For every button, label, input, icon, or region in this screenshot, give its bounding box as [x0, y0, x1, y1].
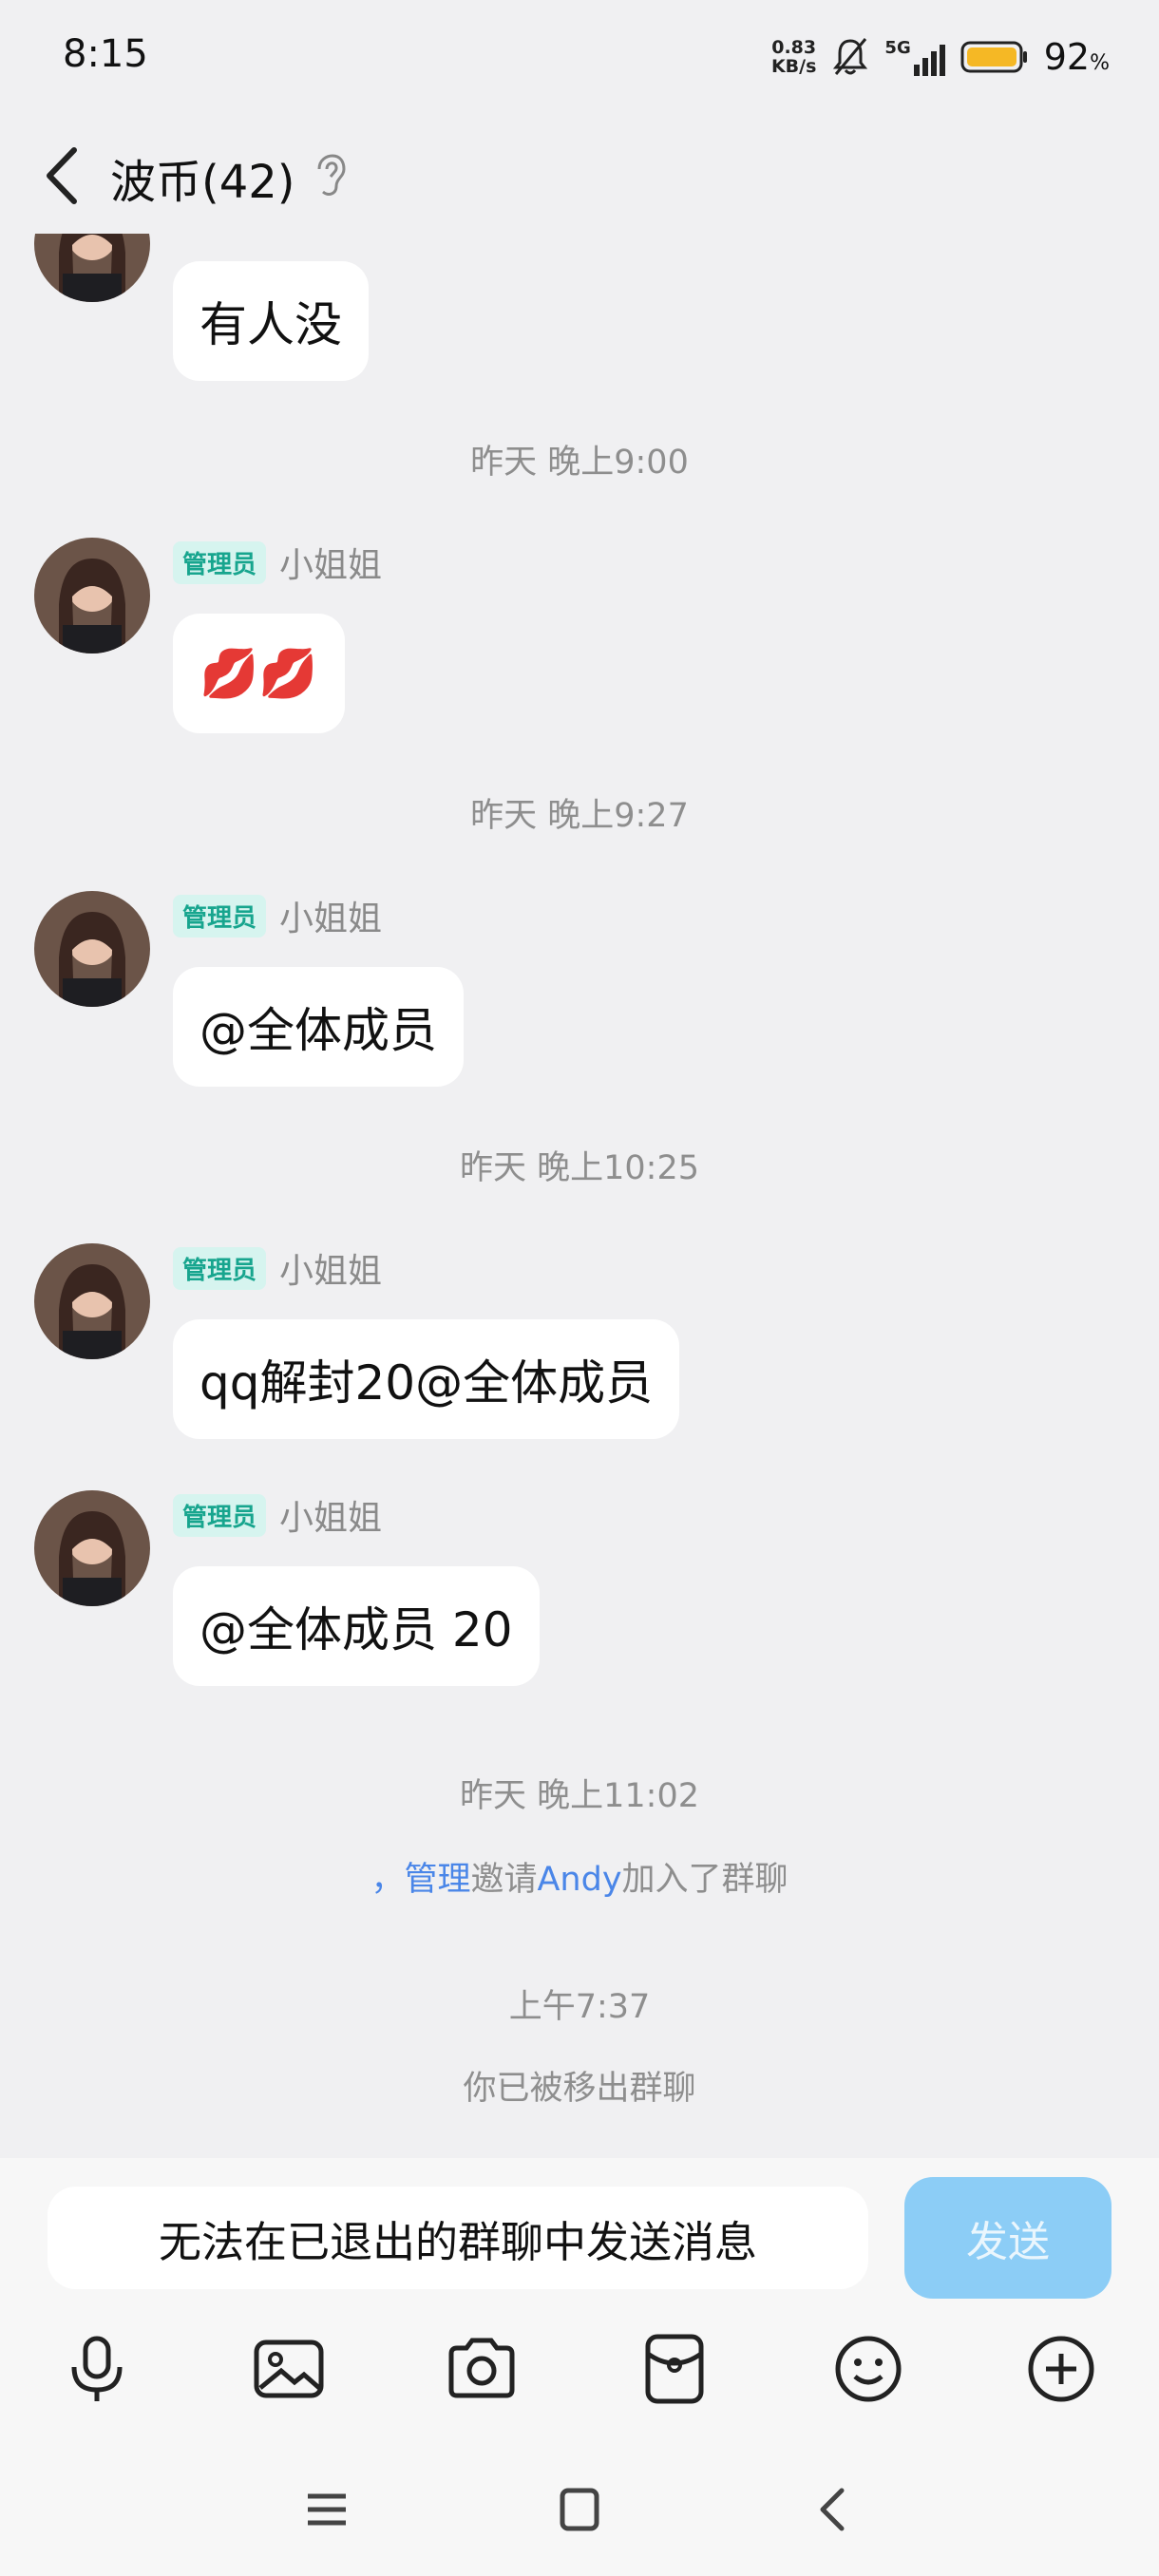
admin-badge: 管理员: [173, 894, 267, 938]
status-bar: 8:15 0.83 KB/s 5G 92%: [0, 0, 1159, 114]
message-bubble[interactable]: @全体成员 20: [173, 1566, 540, 1686]
chat-header: 波币(42): [0, 123, 1159, 228]
camera-icon[interactable]: [444, 2331, 520, 2407]
back-nav-icon[interactable]: [806, 2481, 863, 2538]
emoji-icon[interactable]: [830, 2331, 906, 2407]
message-meta: 管理员 小姐姐: [173, 1246, 382, 1291]
net-speed: 0.83 KB/s: [770, 37, 817, 77]
admin-badge: 管理员: [173, 1493, 267, 1537]
microphone-icon[interactable]: [59, 2331, 135, 2407]
admin-badge: 管理员: [173, 1246, 267, 1290]
message-input[interactable]: 无法在已退出的群聊中发送消息: [48, 2187, 868, 2289]
signal-icon: 5G: [884, 38, 945, 76]
status-time: 8:15: [63, 32, 148, 76]
message-meta: 管理员 小姐姐: [173, 894, 382, 938]
timestamp: 昨天 晚上11:02: [460, 1777, 699, 1815]
timestamp: 上午7:37: [508, 1988, 651, 2026]
user-link[interactable]: Andy: [537, 1861, 621, 1899]
avatar[interactable]: [34, 1490, 150, 1606]
chat-title[interactable]: 波币(42): [110, 144, 295, 211]
avatar[interactable]: [34, 538, 150, 653]
plus-icon[interactable]: [1023, 2331, 1099, 2407]
timestamp: 昨天 晚上10:25: [460, 1149, 699, 1187]
status-icons: 0.83 KB/s 5G 92%: [771, 28, 1110, 85]
admin-link[interactable]: 管理: [404, 1861, 470, 1899]
message-bubble[interactable]: 💋💋: [173, 614, 345, 733]
sender-name[interactable]: 小姐姐: [279, 538, 382, 587]
image-icon[interactable]: [251, 2331, 327, 2407]
battery-icon: [960, 41, 1027, 73]
send-button[interactable]: 发送: [904, 2177, 1112, 2299]
message-bubble[interactable]: qq解封20@全体成员: [173, 1319, 680, 1439]
back-arrow-icon[interactable]: [36, 142, 93, 209]
timestamp: 昨天 晚上9:27: [470, 797, 689, 835]
admin-badge: 管理员: [173, 540, 267, 584]
battery-percent: 92%: [1043, 36, 1110, 78]
timestamp: 昨天 晚上9:00: [470, 444, 689, 482]
avatar[interactable]: [34, 1243, 150, 1359]
sender-name[interactable]: 小姐姐: [279, 1243, 382, 1293]
removed-notice: 你已被移出群聊: [463, 2070, 696, 2108]
input-area: 无法在已退出的群聊中发送消息 发送: [0, 2158, 1159, 2576]
avatar[interactable]: [34, 891, 150, 1007]
ear-icon[interactable]: [310, 152, 348, 199]
message-meta: 管理员 小姐姐: [173, 1493, 382, 1538]
sender-name[interactable]: 小姐姐: [279, 1490, 382, 1540]
invite-notice: ，管理邀请Andy加入了群聊: [370, 1861, 788, 1899]
menu-nav-icon[interactable]: [298, 2481, 355, 2538]
home-nav-icon[interactable]: [551, 2481, 608, 2538]
bell-muted-icon: [833, 38, 868, 75]
red-packet-icon[interactable]: [636, 2331, 712, 2407]
message-bubble[interactable]: @全体成员: [173, 967, 464, 1087]
sender-name[interactable]: 小姐姐: [279, 891, 382, 940]
message-bubble[interactable]: 有人没: [173, 261, 369, 381]
message-meta: 管理员 小姐姐: [173, 540, 382, 585]
